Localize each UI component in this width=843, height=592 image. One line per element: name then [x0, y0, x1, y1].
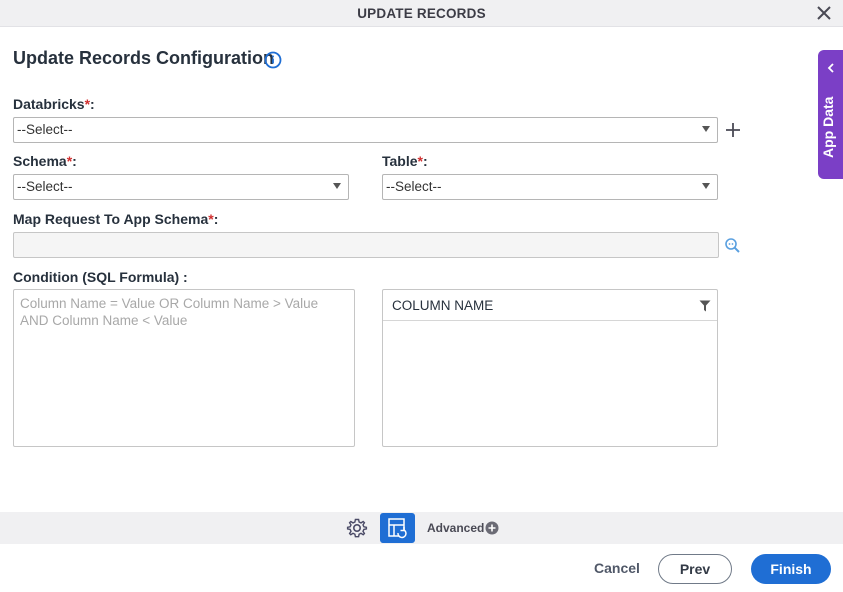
close-icon[interactable] — [815, 4, 833, 22]
condition-label: Condition (SQL Formula) : — [13, 269, 188, 285]
dropdown-arrow-icon — [333, 183, 341, 189]
advanced-label[interactable]: Advanced — [427, 521, 484, 535]
schema-select[interactable]: --Select-- — [13, 174, 349, 200]
dropdown-arrow-icon — [702, 126, 710, 132]
app-data-side-tab[interactable]: App Data — [818, 50, 843, 179]
process-flow-button[interactable] — [380, 513, 415, 543]
prev-button[interactable]: Prev — [658, 554, 732, 584]
cancel-button[interactable]: Cancel — [594, 560, 640, 576]
databricks-label: Databricks*: — [13, 96, 95, 112]
databricks-label-text: Databricks — [13, 96, 85, 112]
column-name-header[interactable]: COLUMN NAME — [383, 290, 717, 321]
plus-icon[interactable] — [724, 121, 742, 139]
dropdown-arrow-icon — [702, 183, 710, 189]
column-name-panel: COLUMN NAME — [382, 289, 718, 447]
gear-icon[interactable] — [346, 517, 368, 539]
map-request-label-text: Map Request To App Schema — [13, 211, 209, 227]
label-suffix: : — [422, 153, 428, 169]
plus-circle-icon[interactable] — [485, 521, 499, 535]
chevron-left-icon — [827, 63, 834, 73]
condition-formula-input[interactable] — [13, 289, 355, 447]
dialog-title: UPDATE RECORDS — [357, 6, 486, 21]
column-name-header-text: COLUMN NAME — [392, 298, 494, 313]
table-select-value: --Select-- — [386, 179, 442, 194]
schema-label: Schema*: — [13, 153, 77, 169]
page-title: Update Records Configuration — [13, 48, 275, 68]
table-label: Table*: — [382, 153, 428, 169]
filter-icon[interactable] — [699, 300, 711, 312]
app-data-tab-label: App Data — [820, 96, 836, 158]
table-select[interactable]: --Select-- — [382, 174, 718, 200]
process-flow-icon — [388, 518, 407, 539]
update-records-dialog: UPDATE RECORDS Update Records Configurat… — [0, 0, 843, 592]
search-icon[interactable] — [724, 237, 741, 254]
schema-select-value: --Select-- — [17, 179, 73, 194]
label-suffix: : — [90, 96, 95, 112]
finish-button[interactable]: Finish — [751, 554, 831, 584]
info-icon[interactable] — [264, 51, 282, 69]
databricks-select[interactable]: --Select-- — [13, 117, 718, 143]
dialog-titlebar: UPDATE RECORDS — [0, 0, 843, 27]
table-label-text: Table — [382, 153, 418, 169]
map-request-input[interactable] — [13, 232, 719, 258]
databricks-select-value: --Select-- — [17, 122, 73, 137]
label-suffix: : — [72, 153, 77, 169]
bottom-toolbar: Advanced — [0, 512, 843, 544]
label-suffix: : — [213, 211, 219, 227]
schema-label-text: Schema — [13, 153, 67, 169]
map-request-label: Map Request To App Schema*: — [13, 211, 218, 227]
